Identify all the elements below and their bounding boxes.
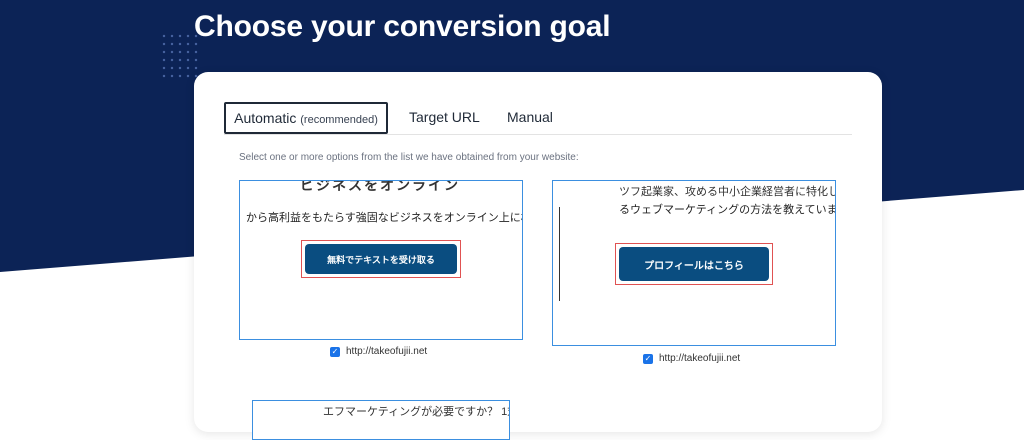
option-1-url: http://takeofujii.net [346,346,428,357]
tab-automatic[interactable]: Automatic (recommended) [224,102,388,134]
tab-automatic-sub: (recommended) [300,114,378,126]
option-2-checkbox[interactable]: ✓ [643,353,653,364]
tab-target-url[interactable]: Target URL [409,102,480,132]
option-card-3[interactable]: エフマーケティングが必要ですか？ 1対 [252,400,510,440]
page-title: Choose your conversion goal [194,10,611,43]
option-2-cut-heading: ツフ起業家、攻める中小企業経営者に特化して [619,186,836,198]
option-1-text: から高利益をもたらす強固なビジネスをオンライン上に構築し [246,212,522,224]
option-2-cta-button[interactable]: プロフィールはこちら [619,247,769,281]
tab-automatic-label: Automatic [234,110,297,126]
option-1-highlight: 無料でテキストを受け取る [301,240,461,278]
goal-card: Automatic (recommended) Target URL Manua… [194,72,882,440]
option-1-cta-button[interactable]: 無料でテキストを受け取る [305,244,457,274]
option-1-url-row: ✓ http://takeofujii.net [330,346,427,357]
option-2-highlight: プロフィールはこちら [615,243,773,285]
tab-manual[interactable]: Manual [507,102,553,132]
option-2-text: るウェブマーケティングの方法を教えています [619,204,836,216]
option-card-2[interactable]: ツフ起業家、攻める中小企業経営者に特化して るウェブマーケティングの方法を教えて… [552,180,836,346]
check-icon: ✓ [644,353,652,363]
option-2-divider [559,207,560,301]
option-2-url: http://takeofujii.net [659,353,741,364]
option-1-checkbox[interactable]: ✓ [330,346,340,357]
check-icon: ✓ [331,346,339,356]
option-1-cut-heading: ビジネスをオンライン [300,180,460,193]
goal-tabs: Automatic (recommended) Target URL Manua… [224,102,852,135]
option-3-cut-heading: エフマーケティングが必要ですか？ 1対 [323,406,510,418]
option-2-url-row: ✓ http://takeofujii.net [643,353,740,364]
instruction-text: Select one or more options from the list… [239,152,579,163]
option-card-1[interactable]: ビジネスをオンライン から高利益をもたらす強固なビジネスをオンライン上に構築し … [239,180,523,340]
